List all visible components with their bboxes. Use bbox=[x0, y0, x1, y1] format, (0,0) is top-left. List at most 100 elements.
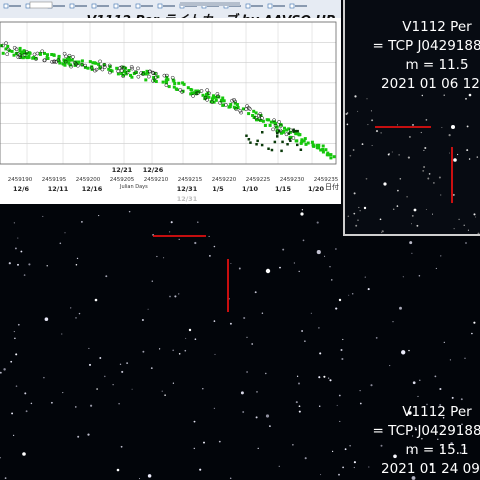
star bbox=[75, 263, 78, 266]
star bbox=[406, 195, 408, 198]
star bbox=[465, 242, 467, 244]
star bbox=[194, 241, 197, 245]
star bbox=[391, 151, 393, 153]
visual-estimate-point bbox=[327, 153, 331, 157]
bright-star bbox=[383, 182, 387, 186]
star bbox=[380, 132, 382, 134]
star bbox=[375, 130, 379, 133]
star bbox=[367, 124, 369, 126]
star bbox=[11, 412, 14, 415]
star bbox=[411, 223, 412, 225]
visual-estimate-point bbox=[298, 133, 302, 137]
visual-estimate-point bbox=[46, 57, 50, 60]
toolbar-checkbox bbox=[135, 3, 141, 9]
toolbar-label bbox=[273, 5, 285, 7]
star bbox=[251, 343, 254, 345]
star bbox=[316, 221, 319, 224]
jd-tick-label: 2459205 bbox=[109, 177, 135, 183]
toolbar-label bbox=[141, 5, 153, 7]
star bbox=[184, 349, 187, 352]
bright-star bbox=[265, 268, 271, 274]
star bbox=[142, 350, 145, 353]
upper-date-tick-label: 12/21 bbox=[111, 166, 133, 174]
star bbox=[295, 401, 298, 404]
bright-star bbox=[413, 208, 417, 212]
star bbox=[451, 396, 454, 399]
star bbox=[331, 450, 334, 453]
visual-estimate-point bbox=[201, 93, 205, 97]
star bbox=[17, 323, 20, 326]
star bbox=[366, 98, 368, 100]
visual-estimate-point bbox=[57, 54, 61, 58]
star bbox=[355, 224, 358, 227]
visual-estimate-point bbox=[251, 114, 255, 117]
star bbox=[420, 131, 422, 134]
star bbox=[128, 210, 131, 213]
visual-estimate-point bbox=[38, 52, 42, 56]
star bbox=[112, 384, 114, 386]
star bbox=[23, 274, 26, 276]
visual-estimate-point bbox=[86, 66, 90, 70]
visual-estimate-point bbox=[311, 143, 315, 147]
star bbox=[298, 405, 301, 408]
star bbox=[28, 263, 31, 266]
star bbox=[96, 388, 98, 390]
dark-observation-point bbox=[296, 143, 299, 147]
star bbox=[138, 478, 141, 480]
star bbox=[44, 317, 49, 321]
star bbox=[316, 250, 321, 255]
visual-estimate-point bbox=[181, 81, 185, 85]
star bbox=[213, 245, 216, 248]
star bbox=[351, 293, 354, 295]
star bbox=[357, 219, 359, 221]
star bbox=[339, 420, 341, 422]
toolbar-checkbox bbox=[91, 3, 97, 9]
visual-estimate-point bbox=[235, 103, 239, 106]
light-curve-plot bbox=[0, 1, 341, 204]
star bbox=[448, 134, 451, 137]
toolbar-field bbox=[180, 2, 240, 6]
star bbox=[449, 359, 452, 361]
toolbar-checkbox bbox=[69, 3, 75, 9]
star bbox=[460, 398, 463, 401]
star bbox=[412, 123, 414, 126]
star bbox=[471, 332, 473, 335]
visual-estimate-point bbox=[227, 105, 231, 109]
toolbar-checkbox bbox=[245, 3, 251, 9]
star bbox=[475, 216, 477, 218]
star bbox=[365, 177, 368, 180]
star bbox=[178, 293, 180, 295]
star bbox=[14, 247, 17, 250]
star bbox=[151, 280, 154, 282]
star bbox=[141, 318, 144, 322]
star bbox=[338, 394, 341, 397]
visual-estimate-point bbox=[10, 49, 14, 53]
toolbar-checkbox bbox=[3, 3, 9, 9]
star bbox=[14, 337, 16, 340]
visual-estimate-point bbox=[189, 88, 193, 91]
visual-estimate-point bbox=[300, 138, 304, 142]
star bbox=[340, 348, 343, 352]
star bbox=[466, 125, 469, 128]
star bbox=[473, 213, 476, 216]
visual-estimate-point bbox=[332, 155, 336, 159]
star bbox=[208, 235, 210, 237]
star bbox=[473, 321, 476, 324]
star bbox=[25, 410, 28, 413]
visual-estimate-point bbox=[269, 120, 273, 124]
star bbox=[246, 336, 248, 338]
visual-estimate-point bbox=[294, 139, 298, 143]
star bbox=[441, 127, 443, 128]
star bbox=[50, 401, 53, 404]
star bbox=[261, 312, 264, 314]
star bbox=[98, 215, 100, 217]
star bbox=[301, 209, 304, 211]
visual-estimate-point bbox=[247, 112, 251, 116]
inset-caption-star-name: V1112 Per bbox=[402, 19, 472, 35]
star bbox=[304, 457, 307, 460]
star bbox=[257, 447, 259, 450]
star bbox=[342, 338, 344, 341]
star bbox=[318, 405, 321, 408]
toolbar-checkbox bbox=[289, 3, 295, 9]
dark-observation-point bbox=[289, 139, 292, 142]
